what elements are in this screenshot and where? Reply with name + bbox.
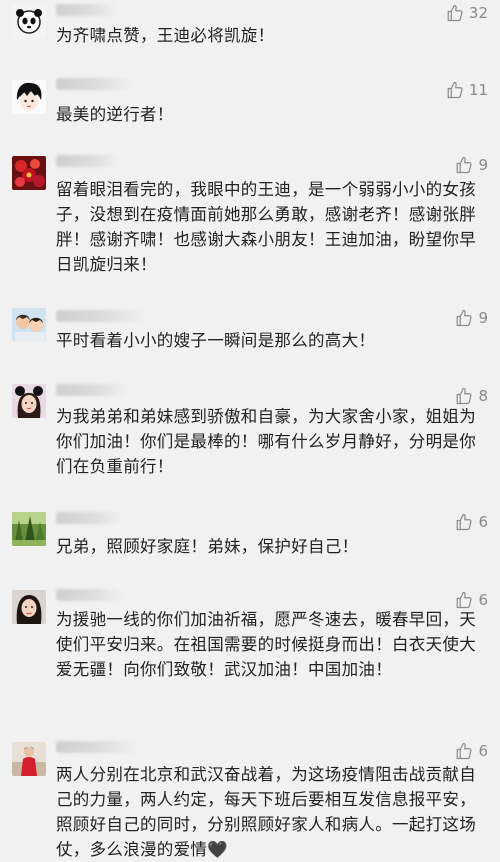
avatar[interactable] — [12, 80, 46, 114]
kids-avatar-icon — [12, 308, 46, 342]
username-blurred — [56, 741, 136, 753]
username-blurred — [56, 589, 122, 601]
like-count: 6 — [478, 742, 488, 760]
like-button[interactable]: 8 — [455, 386, 488, 406]
comment-text: 两人分别在北京和武汉奋战着，为这场疫情阻击战贡献自己的力量，两人约定，每天下班后… — [56, 765, 476, 859]
avatar[interactable] — [12, 590, 46, 624]
username-blurred — [56, 4, 116, 16]
forest-avatar-icon — [12, 512, 46, 546]
avatar[interactable] — [12, 4, 46, 38]
like-button[interactable]: 9 — [455, 155, 488, 175]
avatar[interactable] — [12, 308, 46, 342]
thumb-up-icon — [457, 513, 472, 531]
username-blurred — [56, 310, 146, 322]
like-button[interactable]: 11 — [446, 80, 488, 100]
username-blurred — [56, 155, 120, 167]
like-count: 9 — [478, 156, 488, 174]
thumb-up-icon — [457, 742, 472, 760]
like-button[interactable]: 6 — [455, 741, 488, 761]
avatar[interactable] — [12, 384, 46, 418]
comment-text: 最美的逆行者！ — [56, 105, 174, 124]
red-flowers-avatar-icon — [12, 156, 46, 190]
username-blurred — [56, 512, 122, 524]
comment-text: 留着眼泪看完的，我眼中的王迪，是一个弱弱小小的女孩子，没想到在疫情面前她那么勇敢… — [56, 180, 476, 274]
comment-text: 为我弟弟和弟妹感到骄傲和自豪，为大家舍小家，姐姐为你们加油！你们是最棒的！哪有什… — [56, 407, 476, 476]
avatar[interactable] — [12, 742, 46, 776]
comment-text: 兄弟，照顾好家庭！弟妹，保护好自己！ — [56, 537, 359, 556]
username-blurred — [56, 384, 128, 396]
like-count: 11 — [468, 81, 488, 99]
like-button[interactable]: 32 — [446, 3, 488, 23]
like-count: 32 — [468, 4, 488, 22]
girl-ears-avatar-icon — [12, 384, 46, 418]
comment-text: 平时看着小小的嫂子一瞬间是那么的高大！ — [56, 331, 376, 350]
anime-boy-avatar-icon — [12, 80, 46, 114]
thumb-up-icon — [457, 156, 472, 174]
avatar[interactable] — [12, 512, 46, 546]
red-figure-avatar-icon — [12, 742, 46, 776]
thumb-up-icon — [457, 387, 472, 405]
comment-text: 为齐啸点赞，王迪必将凯旋！ — [56, 26, 275, 45]
username-blurred — [56, 78, 132, 90]
like-button[interactable]: 6 — [455, 512, 488, 532]
avatar[interactable] — [12, 156, 46, 190]
panda-avatar-icon — [12, 4, 46, 38]
thumb-up-icon — [457, 309, 472, 327]
comment-text: 为援驰一线的你们加油祈福，愿严冬速去，暖春早回，天使们平安归来。在祖国需要的时候… — [56, 610, 476, 679]
woman-portrait-avatar-icon — [12, 590, 46, 624]
thumb-up-icon — [447, 81, 463, 99]
like-count: 9 — [478, 309, 488, 327]
like-count: 8 — [478, 387, 488, 405]
like-button[interactable]: 9 — [455, 308, 488, 328]
thumb-up-icon — [447, 4, 463, 22]
like-count: 6 — [478, 513, 488, 531]
